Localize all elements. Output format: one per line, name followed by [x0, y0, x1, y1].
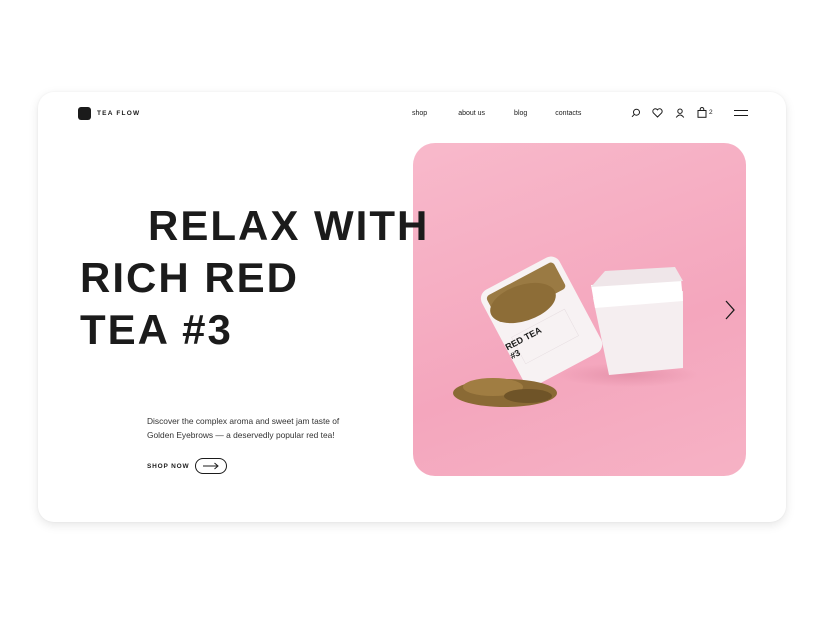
brand-name: TEA FLOW	[97, 110, 141, 117]
cart-button[interactable]: 2	[696, 107, 713, 118]
hero-title-line-1: RELAX WITH	[148, 202, 430, 249]
nav-link-shop[interactable]: shop	[412, 110, 427, 117]
heart-icon[interactable]	[652, 107, 663, 118]
hero-title: RELAX WITH RICH RED TEA #3	[80, 200, 429, 356]
hero-description-line-2: Golden Eyebrows — a deservedly popular r…	[147, 430, 335, 440]
menu-icon[interactable]	[734, 110, 748, 120]
hero-image: RED TEA #3	[413, 143, 746, 476]
hero-title-line-3: TEA #3	[80, 306, 233, 353]
nav-link-contacts[interactable]: contacts	[555, 110, 581, 117]
hero-title-line-2: RICH RED	[80, 254, 300, 301]
hero-description-line-1: Discover the complex aroma and sweet jam…	[147, 416, 340, 426]
user-icon[interactable]	[674, 107, 685, 118]
shop-now-label: SHOP NOW	[147, 462, 190, 470]
brand-logo[interactable]: TEA FLOW	[78, 107, 140, 120]
header-icons: 2	[630, 107, 713, 118]
logo-mark-icon	[78, 107, 91, 120]
hero-description: Discover the complex aroma and sweet jam…	[147, 414, 377, 442]
page-card: TEA FLOW shop about us blog contacts 2 R…	[38, 92, 786, 522]
tea-tins-illustration	[453, 256, 698, 407]
nav-link-about-us[interactable]: about us	[458, 110, 485, 117]
main-nav: shop about us blog contacts	[412, 110, 581, 117]
shop-now-button[interactable]: SHOP NOW	[147, 458, 228, 474]
cart-count: 2	[709, 109, 713, 116]
next-slide-chevron-right-icon[interactable]	[724, 300, 736, 325]
nav-link-blog[interactable]: blog	[514, 110, 527, 117]
search-icon[interactable]	[630, 107, 641, 118]
arrow-right-icon	[195, 458, 228, 474]
cart-icon	[696, 107, 707, 118]
